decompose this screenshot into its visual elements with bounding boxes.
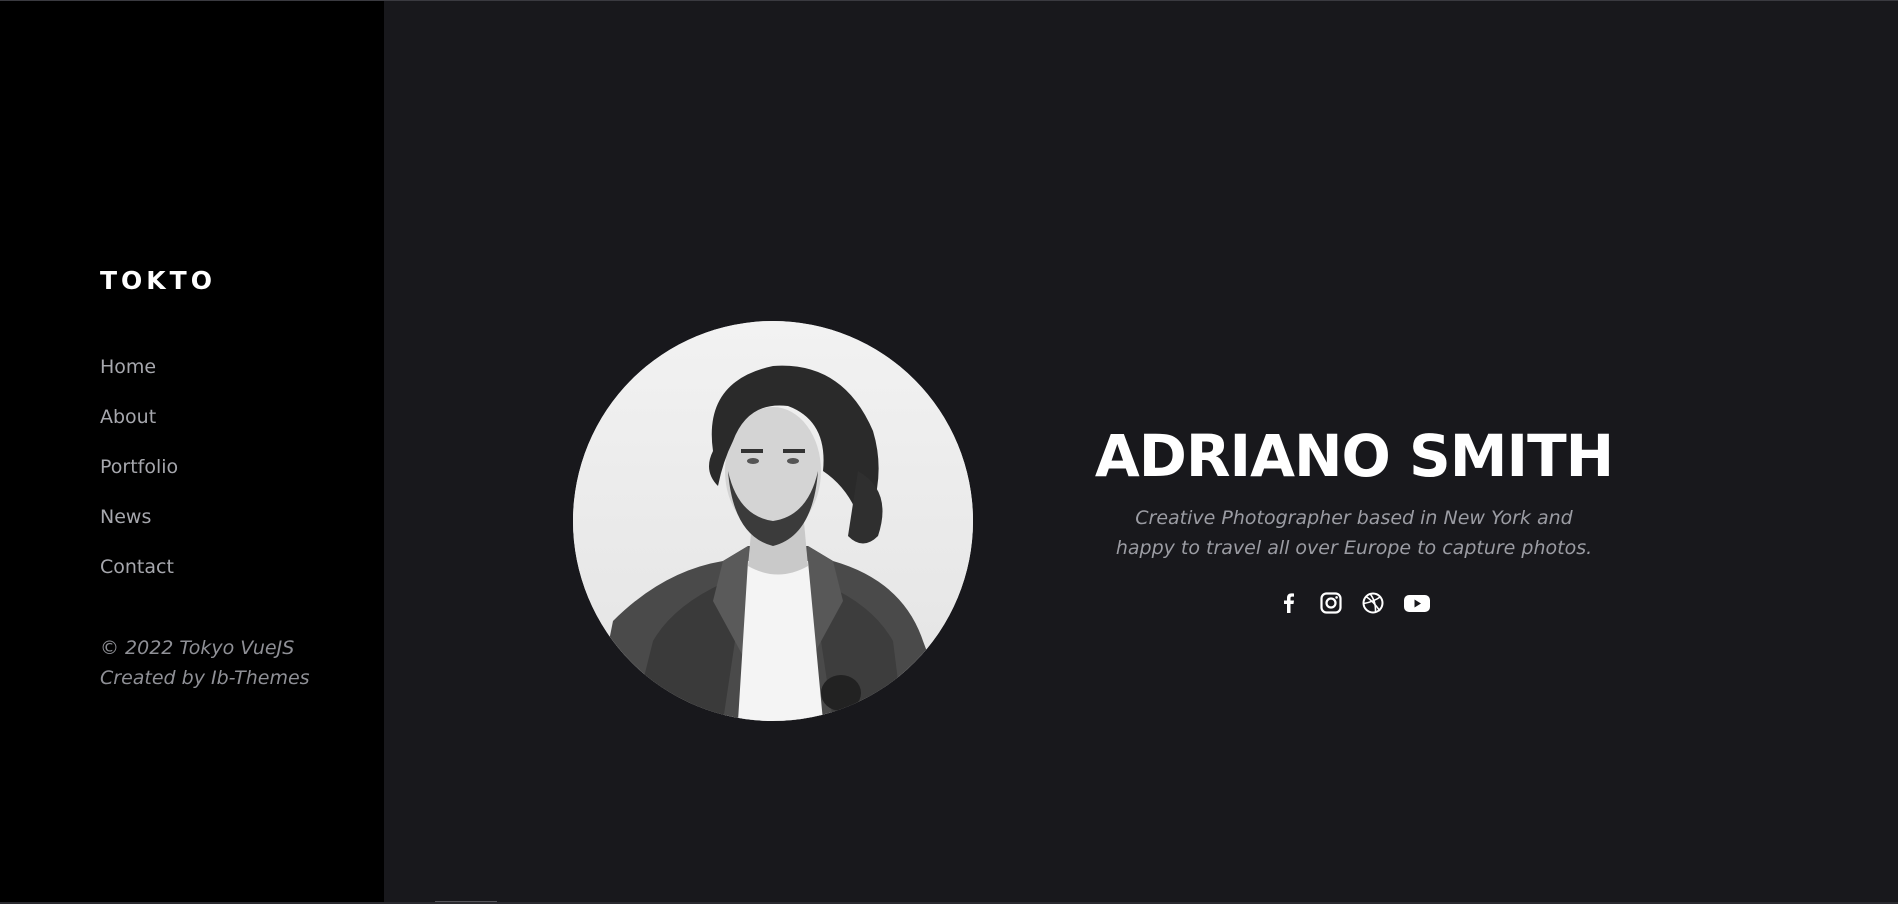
copyright-text: © 2022 Tokyo VueJS xyxy=(100,637,295,659)
hero-tagline: Creative Photographer based in New York … xyxy=(1115,507,1593,559)
site-logo[interactable]: TOKTO xyxy=(100,266,216,295)
youtube-icon[interactable] xyxy=(1403,591,1431,615)
hero-name: ADRIANO SMITH xyxy=(1094,422,1614,490)
main-nav: Home About Portfolio News Contact xyxy=(100,353,178,603)
nav-item-about: About xyxy=(100,403,178,453)
copyright: © 2022 Tokyo VueJS Created by Ib-Themes xyxy=(100,633,310,693)
sidebar: TOKTO Home About Portfolio News Contact … xyxy=(0,1,384,902)
nav-item-contact: Contact xyxy=(100,553,178,603)
dribbble-icon[interactable] xyxy=(1361,591,1385,615)
nav-link-contact[interactable]: Contact xyxy=(100,553,174,581)
nav-item-portfolio: Portfolio xyxy=(100,453,178,503)
portrait-image xyxy=(573,321,973,721)
hero-details: ADRIANO SMITH Creative Photographer base… xyxy=(1074,413,1634,615)
main-content: ADRIANO SMITH Creative Photographer base… xyxy=(384,1,1898,902)
nav-link-home[interactable]: Home xyxy=(100,353,156,381)
nav-item-home: Home xyxy=(100,353,178,403)
instagram-icon[interactable] xyxy=(1319,591,1343,615)
facebook-icon[interactable] xyxy=(1277,591,1301,615)
nav-link-news[interactable]: News xyxy=(100,503,151,531)
nav-item-news: News xyxy=(100,503,178,553)
credit-text: Created by Ib-Themes xyxy=(100,667,310,689)
nav-link-portfolio[interactable]: Portfolio xyxy=(100,453,178,481)
social-links xyxy=(1074,591,1634,615)
profile-avatar xyxy=(573,321,973,721)
nav-link-about[interactable]: About xyxy=(100,403,156,431)
